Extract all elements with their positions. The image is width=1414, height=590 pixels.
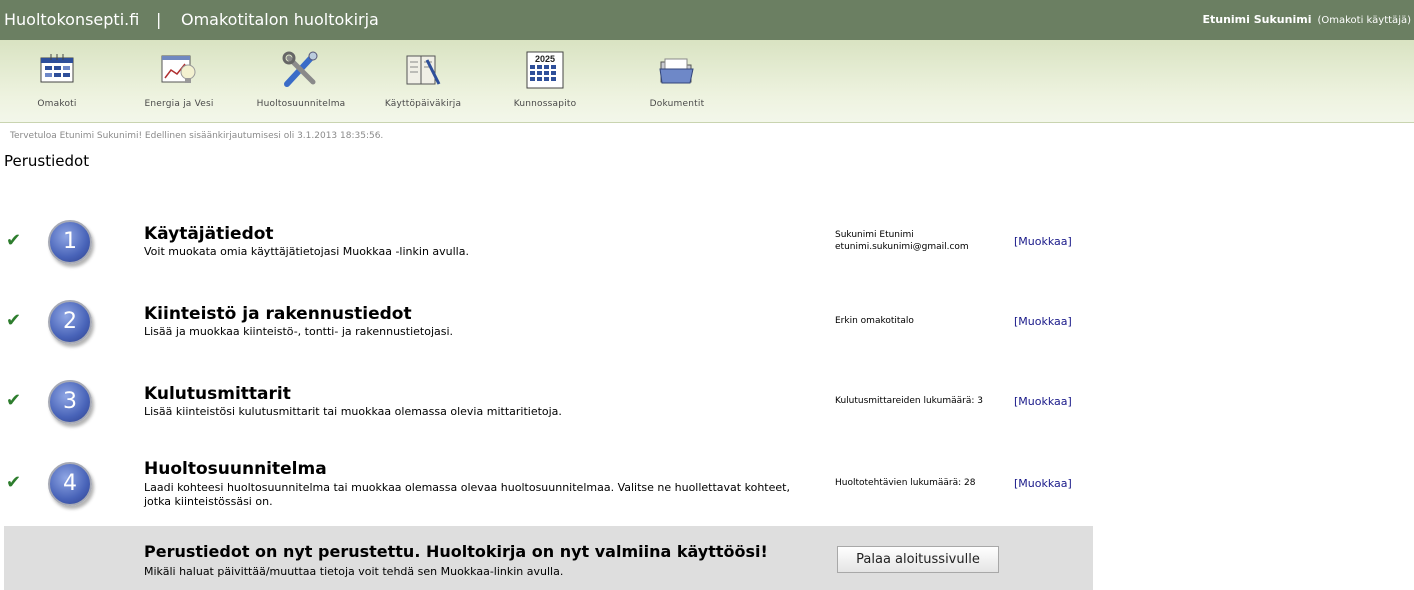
- step-property-info: ✔ 2 Kiinteistö ja rakennustiedot Lisää j…: [0, 300, 1100, 370]
- calendar-grid-icon: [37, 50, 77, 90]
- step-number-badge: 3: [48, 380, 92, 424]
- calendar-year-text: 2025: [535, 54, 555, 64]
- main-toolbar: Omakoti Energia ja Vesi Huoltosuunnitelm…: [0, 40, 1414, 123]
- brand-name[interactable]: Huoltokonsepti.fi: [4, 10, 139, 29]
- toolbar-label: Omakoti: [37, 99, 77, 109]
- summary-line: Sukunimi Etunimi: [835, 230, 914, 240]
- toolbar-item-huoltosuunnitelma[interactable]: Huoltosuunnitelma: [246, 46, 356, 109]
- checkmark-icon: ✔: [6, 472, 22, 493]
- edit-link[interactable]: [Muokkaa]: [1014, 477, 1072, 490]
- toolbar-item-dokumentit[interactable]: Dokumentit: [622, 46, 732, 109]
- step-description: Voit muokata omia käyttäjätietojasi Muok…: [144, 245, 469, 258]
- toolbar-label: Kunnossapito: [513, 99, 577, 109]
- completion-panel: Perustiedot on nyt perustettu. Huoltokir…: [4, 526, 1093, 590]
- return-home-button[interactable]: Palaa aloitussivulle: [837, 546, 999, 573]
- tools-icon: [281, 50, 321, 90]
- summary-line: etunimi.sukunimi@gmail.com: [835, 242, 969, 252]
- toolbar-label: Dokumentit: [649, 99, 705, 109]
- toolbar-item-energia[interactable]: Energia ja Vesi: [124, 46, 234, 109]
- step-number-badge: 1: [48, 220, 92, 264]
- step-summary: Erkin omakotitalo: [835, 315, 914, 327]
- step-title: Käytäjätiedot: [144, 224, 274, 244]
- toolbar-item-kayttopaivakirja[interactable]: Käyttöpäiväkirja: [368, 46, 478, 109]
- checkmark-icon: ✔: [6, 390, 22, 411]
- toolbar-item-omakoti[interactable]: Omakoti: [2, 46, 112, 109]
- summary-line: Kulutusmittareiden lukumäärä: 3: [835, 396, 983, 406]
- user-name[interactable]: Etunimi Sukunimi: [1202, 13, 1311, 26]
- chart-lightbulb-icon: [159, 50, 199, 90]
- user-role: (Omakoti käyttäjä): [1317, 15, 1411, 26]
- summary-line: Erkin omakotitalo: [835, 316, 914, 326]
- step-number-badge: 2: [48, 300, 92, 344]
- edit-link[interactable]: [Muokkaa]: [1014, 395, 1072, 408]
- step-title: Kulutusmittarit: [144, 384, 291, 404]
- edit-link[interactable]: [Muokkaa]: [1014, 315, 1072, 328]
- completion-title: Perustiedot on nyt perustettu. Huoltokir…: [144, 542, 768, 561]
- step-summary: Sukunimi Etunimi etunimi.sukunimi@gmail.…: [835, 229, 969, 253]
- step-summary: Huoltotehtävien lukumäärä: 28: [835, 477, 975, 489]
- step-description: Lisää kiinteistösi kulutusmittarit tai m…: [144, 405, 562, 418]
- step-description: Lisää ja muokkaa kiinteistö-, tontti- ja…: [144, 325, 454, 338]
- step-title: Kiinteistö ja rakennustiedot: [144, 304, 412, 324]
- calendar-2025-icon: 2025: [525, 50, 565, 90]
- edit-link[interactable]: [Muokkaa]: [1014, 235, 1072, 248]
- folder-icon: [657, 50, 697, 90]
- toolbar-label: Energia ja Vesi: [144, 99, 214, 109]
- toolbar-item-kunnossapito[interactable]: 2025 Kunnossapito: [490, 46, 600, 109]
- step-maintenance-plan: ✔ 4 Huoltosuunnitelma Laadi kohteesi huo…: [0, 459, 1100, 532]
- step-user-info: ✔ 1 Käytäjätiedot Voit muokata omia käyt…: [0, 220, 1100, 290]
- completion-description: Mikäli haluat päivittää/muuttaa tietoja …: [144, 565, 564, 578]
- page-title: Perustiedot: [4, 152, 90, 170]
- welcome-message: Tervetuloa Etunimi Sukunimi! Edellinen s…: [10, 131, 384, 141]
- step-meters: ✔ 3 Kulutusmittarit Lisää kiinteistösi k…: [0, 380, 1100, 450]
- step-number-badge: 4: [48, 462, 92, 506]
- app-title: Omakotitalon huoltokirja: [181, 10, 379, 29]
- toolbar-label: Huoltosuunnitelma: [256, 99, 346, 109]
- step-description: Laadi kohteesi huoltosuunnitelma tai muo…: [144, 481, 790, 508]
- summary-line: Huoltotehtävien lukumäärä: 28: [835, 478, 976, 488]
- title-separator: |: [156, 10, 162, 29]
- top-bar: Huoltokonsepti.fi | Omakotitalon huoltok…: [0, 0, 1414, 40]
- step-title: Huoltosuunnitelma: [144, 459, 327, 479]
- user-info: Etunimi Sukunimi (Omakoti käyttäjä): [1202, 13, 1411, 26]
- checkmark-icon: ✔: [6, 310, 22, 331]
- checkmark-icon: ✔: [6, 230, 22, 251]
- toolbar-label: Käyttöpäiväkirja: [384, 99, 462, 109]
- notebook-pen-icon: [403, 50, 443, 90]
- step-summary: Kulutusmittareiden lukumäärä: 3: [835, 395, 983, 407]
